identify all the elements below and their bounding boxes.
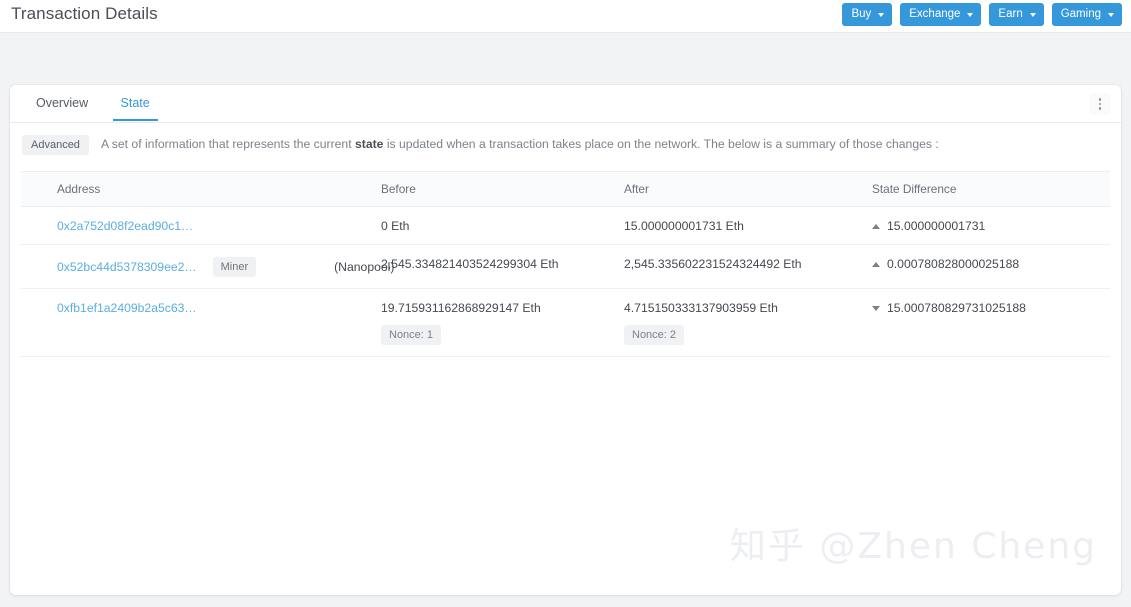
chevron-down-icon [878, 13, 885, 17]
column-header-before: Before [381, 171, 624, 207]
after-value: 2,545.335602231524324492 Eth [624, 257, 802, 271]
after-nonce-badge: Nonce: 2 [624, 325, 685, 345]
cell-before: 0 Eth [381, 206, 624, 245]
earn-button[interactable]: Earn [989, 3, 1044, 26]
top-bar: Transaction Details Buy Exchange Earn Ga… [0, 0, 1131, 33]
kebab-dot [1098, 107, 1102, 110]
buy-button-label: Buy [851, 7, 872, 20]
buy-button[interactable]: Buy [842, 3, 893, 26]
address-link[interactable]: 0x2a752d08f2ead90c1… [57, 219, 193, 233]
diff-value: 15.000780829731025188 [887, 301, 1026, 315]
address-link[interactable]: 0x52bc44d5378309ee2… [57, 260, 197, 274]
cell-before: 2,545.334821403524299304 Eth [381, 244, 624, 289]
table-header-row: Address Before After State Difference [21, 171, 1110, 207]
after-value: 4.715150333137903959 Eth [624, 301, 778, 315]
triangle-down-icon [872, 306, 880, 311]
column-header-state-difference: State Difference [872, 171, 1110, 207]
kebab-dot [1098, 98, 1102, 101]
advanced-note: Advanced A set of information that repre… [10, 123, 1121, 165]
chevron-down-icon [1029, 13, 1036, 17]
column-header-address: Address [21, 171, 381, 207]
cell-address: 0xfb1ef1a2409b2a5c63… [21, 288, 381, 357]
state-changes-table: Address Before After State Difference 0x… [21, 171, 1110, 357]
cell-address: 0x52bc44d5378309ee2… Miner (Nanopool) [21, 244, 394, 289]
cell-before: 19.715931162868929147 Eth Nonce: 1 [381, 288, 624, 357]
before-value: 0 Eth [381, 219, 410, 233]
gaming-button[interactable]: Gaming [1051, 3, 1122, 26]
table-row: 0x52bc44d5378309ee2… Miner (Nanopool) 2,… [21, 244, 1110, 289]
triangle-up-icon [872, 224, 880, 229]
advanced-note-text: A set of information that represents the… [101, 136, 939, 153]
diff-value: 0.000780828000025188 [887, 257, 1020, 271]
column-header-after: After [624, 171, 872, 207]
cell-after: 15.000000001731 Eth [624, 206, 872, 245]
miner-badge: Miner [212, 257, 257, 277]
tab-state[interactable]: State [107, 85, 164, 121]
cell-state-difference: 15.000000001731 [872, 206, 1110, 245]
chevron-down-icon [967, 13, 974, 17]
exchange-button[interactable]: Exchange [900, 3, 982, 26]
gaming-button-label: Gaming [1060, 7, 1101, 20]
table-row: 0x2a752d08f2ead90c1… 0 Eth 15.0000000017… [21, 206, 1110, 245]
kebab-dot [1098, 102, 1102, 106]
note-text-after: is updated when a transaction takes plac… [383, 137, 939, 152]
table-body: 0x2a752d08f2ead90c1… 0 Eth 15.0000000017… [21, 206, 1110, 357]
tab-overview[interactable]: Overview [22, 85, 102, 120]
chevron-down-icon [1108, 13, 1114, 17]
earn-button-label: Earn [998, 7, 1023, 20]
before-nonce-badge: Nonce: 1 [381, 325, 442, 345]
tab-bar: Overview State [10, 85, 1121, 123]
after-value: 15.000000001731 Eth [624, 219, 744, 233]
exchange-button-label: Exchange [909, 7, 961, 20]
header-button-group: Buy Exchange Earn Gaming [842, 3, 1122, 26]
table-row: 0xfb1ef1a2409b2a5c63… 19.715931162868929… [21, 288, 1110, 357]
note-text-bold: state [354, 137, 384, 152]
advanced-badge: Advanced [22, 135, 89, 155]
cell-after: 4.715150333137903959 Eth Nonce: 2 [624, 288, 872, 357]
page-title: Transaction Details [11, 4, 158, 23]
cell-state-difference: 15.000780829731025188 [872, 288, 1110, 357]
diff-value: 15.000000001731 [887, 219, 986, 233]
before-value: 2,545.334821403524299304 Eth [381, 257, 559, 271]
triangle-up-icon [872, 262, 880, 267]
watermark: 知乎 @Zhen Cheng [729, 526, 1097, 567]
table-header: Address Before After State Difference [21, 171, 1110, 207]
cell-address: 0x2a752d08f2ead90c1… [21, 206, 381, 245]
address-link[interactable]: 0xfb1ef1a2409b2a5c63… [57, 301, 197, 315]
transaction-state-card: Overview State Advanced A set of informa… [10, 85, 1121, 595]
cell-after: 2,545.335602231524324492 Eth [624, 244, 872, 289]
cell-state-difference: 0.000780828000025188 [872, 244, 1110, 289]
kebab-menu-icon[interactable] [1089, 93, 1111, 115]
note-text-before: A set of information that represents the… [100, 137, 355, 152]
before-value: 19.715931162868929147 Eth [381, 301, 541, 315]
